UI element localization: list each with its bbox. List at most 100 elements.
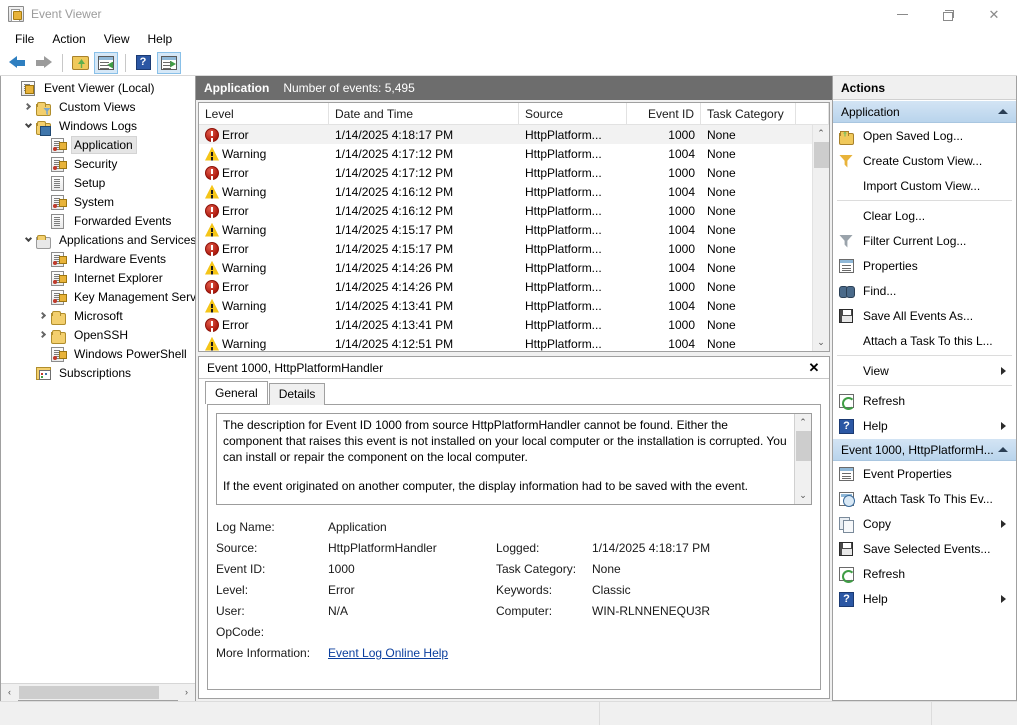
- action-copy[interactable]: Copy: [833, 511, 1016, 536]
- event-log-online-help-link[interactable]: Event Log Online Help: [328, 643, 448, 664]
- tree-item-forwarded-events[interactable]: Forwarded Events: [1, 211, 195, 230]
- column-header-source[interactable]: Source: [519, 103, 627, 124]
- action-event-properties[interactable]: Event Properties: [833, 461, 1016, 486]
- chevron-up-icon[interactable]: [998, 109, 1008, 114]
- event-list-scroll-up-button[interactable]: ⌃: [813, 125, 830, 142]
- chevron-down-icon[interactable]: [20, 230, 36, 249]
- submenu-arrow-icon[interactable]: [1001, 594, 1006, 603]
- action-attach-task-to-this-ev[interactable]: Attach Task To This Ev...: [833, 486, 1016, 511]
- chevron-right-icon[interactable]: [35, 325, 51, 344]
- back-button[interactable]: [5, 52, 29, 74]
- event-description-scrollbar[interactable]: ⌃ ⌄: [794, 414, 811, 504]
- actions-section-header-application[interactable]: Application: [833, 100, 1016, 123]
- tree-item-event-viewer-local[interactable]: Event Viewer (Local): [1, 78, 195, 97]
- action-attach-a-task-to-this-l[interactable]: Attach a Task To this L...: [833, 328, 1016, 353]
- description-scroll-down-button[interactable]: ⌄: [795, 487, 812, 504]
- description-scroll-up-button[interactable]: ⌃: [795, 414, 812, 431]
- tree-twisty[interactable]: [35, 344, 51, 363]
- tree-item-windows-powershell[interactable]: Windows PowerShell: [1, 344, 195, 363]
- tree-item-openssh[interactable]: OpenSSH: [1, 325, 195, 344]
- action-find[interactable]: Find...: [833, 278, 1016, 303]
- tree-item-hardware-events[interactable]: Hardware Events: [1, 249, 195, 268]
- chevron-right-icon[interactable]: [35, 306, 51, 325]
- description-scroll-track[interactable]: [795, 461, 812, 487]
- open-folder-button[interactable]: [68, 52, 92, 74]
- menu-file[interactable]: File: [6, 29, 43, 49]
- tree-twisty[interactable]: [35, 249, 51, 268]
- tree-item-subscriptions[interactable]: Subscriptions: [1, 363, 195, 382]
- action-save-selected-events[interactable]: Save Selected Events...: [833, 536, 1016, 561]
- action-properties[interactable]: Properties: [833, 253, 1016, 278]
- tree-item-system[interactable]: System: [1, 192, 195, 211]
- column-header-task-category[interactable]: Task Category: [701, 103, 796, 124]
- tree-horizontal-scrollbar[interactable]: ‹ ›: [1, 683, 195, 701]
- action-view[interactable]: View: [833, 358, 1016, 383]
- tree-twisty[interactable]: [35, 135, 51, 154]
- chevron-up-icon[interactable]: [998, 447, 1008, 452]
- action-open-saved-log[interactable]: Open Saved Log...: [833, 123, 1016, 148]
- tab-details[interactable]: Details: [268, 383, 326, 405]
- console-tree[interactable]: Event Viewer (Local) Custom Views Windows …: [1, 76, 195, 683]
- description-scroll-thumb[interactable]: [795, 431, 811, 461]
- action-create-custom-view[interactable]: Create Custom View...: [833, 148, 1016, 173]
- event-list-scroll-down-button[interactable]: ⌄: [813, 334, 830, 351]
- tree-item-application[interactable]: Application: [1, 135, 195, 154]
- menu-action[interactable]: Action: [43, 29, 94, 49]
- show-hide-action-pane-button[interactable]: [157, 51, 181, 74]
- show-hide-console-tree-button[interactable]: [94, 51, 118, 74]
- submenu-arrow-icon[interactable]: [1001, 366, 1006, 375]
- help-button[interactable]: ?: [131, 52, 155, 74]
- event-row[interactable]: Warning 1/14/2025 4:15:17 PM HttpPlatform.…: [199, 220, 812, 239]
- event-row[interactable]: Error 1/14/2025 4:16:12 PM HttpPlatform...…: [199, 201, 812, 220]
- action-refresh[interactable]: Refresh: [833, 561, 1016, 586]
- event-list-vertical-scrollbar[interactable]: ⌃ ⌄: [812, 125, 829, 351]
- event-row[interactable]: Warning 1/14/2025 4:14:26 PM HttpPlatform.…: [199, 258, 812, 277]
- tree-twisty[interactable]: [35, 268, 51, 287]
- event-row[interactable]: Error 1/14/2025 4:18:17 PM HttpPlatform...…: [199, 125, 812, 144]
- action-import-custom-view[interactable]: Import Custom View...: [833, 173, 1016, 198]
- actions-section-header-event-1000[interactable]: Event 1000, HttpPlatformH...: [833, 438, 1016, 461]
- event-row[interactable]: Warning 1/14/2025 4:12:51 PM HttpPlatform.…: [199, 334, 812, 351]
- column-header-level[interactable]: Level: [199, 103, 329, 124]
- column-header-date-and-time[interactable]: Date and Time: [329, 103, 519, 124]
- tree-item-setup[interactable]: Setup: [1, 173, 195, 192]
- event-details-close-button[interactable]: ✕: [805, 359, 823, 377]
- chevron-right-icon[interactable]: [20, 97, 36, 116]
- submenu-arrow-icon[interactable]: [1001, 519, 1006, 528]
- tree-scroll-left-button[interactable]: ‹: [1, 683, 18, 701]
- event-row[interactable]: Error 1/14/2025 4:15:17 PM HttpPlatform...…: [199, 239, 812, 258]
- tree-scroll-thumb[interactable]: [19, 685, 159, 699]
- action-refresh[interactable]: Refresh: [833, 388, 1016, 413]
- tree-twisty[interactable]: [35, 211, 51, 230]
- tree-twisty[interactable]: [35, 287, 51, 306]
- submenu-arrow-icon[interactable]: [1001, 421, 1006, 430]
- tree-scroll-right-button[interactable]: ›: [178, 683, 195, 701]
- action-filter-current-log[interactable]: Filter Current Log...: [833, 228, 1016, 253]
- event-list-scroll-track[interactable]: [813, 168, 830, 334]
- tree-item-microsoft[interactable]: Microsoft: [1, 306, 195, 325]
- tree-item-key-management-service[interactable]: Key Management Service: [1, 287, 195, 306]
- tree-item-security[interactable]: Security: [1, 154, 195, 173]
- event-row[interactable]: Error 1/14/2025 4:17:12 PM HttpPlatform...…: [199, 163, 812, 182]
- chevron-down-icon[interactable]: [20, 116, 36, 135]
- forward-button[interactable]: [31, 52, 55, 74]
- tree-twisty[interactable]: [35, 173, 51, 192]
- tab-general[interactable]: General: [205, 381, 268, 404]
- minimize-button[interactable]: [879, 0, 925, 28]
- column-header-event-id[interactable]: Event ID: [627, 103, 701, 124]
- tree-twisty[interactable]: [35, 192, 51, 211]
- maximize-button[interactable]: [925, 0, 971, 28]
- action-help[interactable]: ? Help: [833, 413, 1016, 438]
- event-row[interactable]: Warning 1/14/2025 4:17:12 PM HttpPlatform.…: [199, 144, 812, 163]
- tree-twisty[interactable]: [35, 154, 51, 173]
- close-button[interactable]: ✕: [971, 0, 1017, 28]
- event-row[interactable]: Warning 1/14/2025 4:16:12 PM HttpPlatform.…: [199, 182, 812, 201]
- tree-item-applications-and-services-lo[interactable]: Applications and Services Lo: [1, 230, 195, 249]
- event-list-scroll-thumb[interactable]: [813, 142, 829, 168]
- tree-twisty[interactable]: [20, 363, 36, 382]
- menu-help[interactable]: Help: [139, 29, 182, 49]
- event-list-rows[interactable]: Error 1/14/2025 4:18:17 PM HttpPlatform...…: [199, 125, 812, 351]
- tree-twisty[interactable]: [5, 78, 21, 97]
- tree-item-windows-logs[interactable]: Windows Logs: [1, 116, 195, 136]
- event-row[interactable]: Error 1/14/2025 4:13:41 PM HttpPlatform...…: [199, 315, 812, 334]
